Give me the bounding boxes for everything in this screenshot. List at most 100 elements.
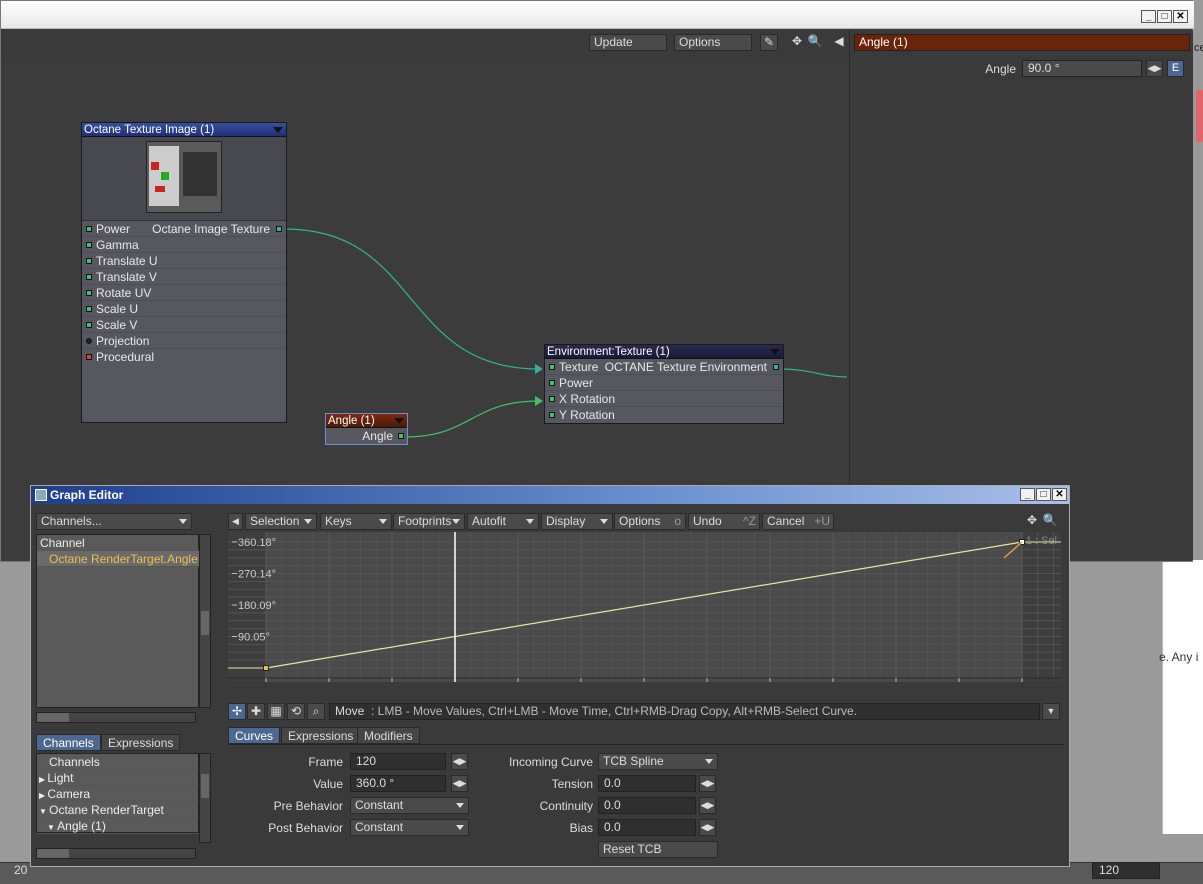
tree-item-rendertarget[interactable]: ▼ Octane RenderTarget bbox=[37, 802, 199, 818]
undo-button[interactable]: Undo ^Z bbox=[688, 513, 760, 530]
node-header[interactable]: Angle (1) bbox=[326, 414, 407, 428]
frame-field-bg[interactable]: 120 bbox=[1092, 862, 1160, 879]
port-projection[interactable] bbox=[86, 338, 92, 344]
angle-node[interactable]: Angle (1) Angle bbox=[325, 413, 408, 445]
output-port[interactable] bbox=[398, 433, 404, 439]
node-port-row[interactable]: Gamma bbox=[82, 237, 286, 253]
tab-expressions[interactable]: Expressions bbox=[281, 727, 361, 744]
port-gamma[interactable] bbox=[86, 242, 92, 248]
environment-texture-node[interactable]: Environment:Texture (1) Texture OCTANE Te… bbox=[544, 344, 784, 424]
options-menu[interactable]: Options o bbox=[614, 513, 686, 530]
node-port-row[interactable]: Power Octane Image Texture bbox=[82, 221, 286, 237]
frame-spinner[interactable]: ◀▶ bbox=[451, 753, 468, 770]
value-input[interactable]: 360.0 ° bbox=[350, 775, 446, 792]
collapse-icon[interactable]: ▼ bbox=[47, 823, 57, 832]
autofit-menu[interactable]: Autofit bbox=[467, 513, 539, 530]
port-scale-u[interactable] bbox=[86, 306, 92, 312]
close-icon[interactable]: ✕ bbox=[1173, 10, 1188, 23]
node-port-row[interactable]: Scale V bbox=[82, 317, 286, 333]
port-power[interactable] bbox=[549, 380, 555, 386]
collapse-panel-icon[interactable]: ◀ bbox=[830, 34, 848, 51]
update-button[interactable]: Update bbox=[589, 34, 667, 51]
node-menu-icon[interactable] bbox=[394, 418, 404, 424]
tree-item-light[interactable]: ▶ Light bbox=[37, 770, 199, 786]
port-x-rotation[interactable] bbox=[549, 396, 555, 402]
footprints-menu[interactable]: Footprints bbox=[393, 513, 465, 530]
node-port-row[interactable]: Translate V bbox=[82, 269, 286, 285]
channel-list-scrollbar[interactable] bbox=[199, 534, 211, 708]
post-behavior-select[interactable]: Constant bbox=[350, 819, 469, 836]
envelope-button[interactable]: E bbox=[1167, 60, 1184, 77]
node-port-row[interactable]: Power bbox=[545, 375, 783, 391]
angle-spinner[interactable]: ◀▶ bbox=[1146, 60, 1163, 77]
maximize-icon[interactable]: □ bbox=[1157, 10, 1172, 23]
port-rotate-uv[interactable] bbox=[86, 290, 92, 296]
collapse-left-icon[interactable]: ◀ bbox=[228, 513, 243, 530]
node-port-row[interactable]: X Rotation bbox=[545, 391, 783, 407]
cancel-button[interactable]: Cancel +U bbox=[762, 513, 834, 530]
graph-area[interactable]: 360.18°270.14°180.09°90.05°0102030405060… bbox=[228, 532, 1061, 682]
port-translate-u[interactable] bbox=[86, 258, 92, 264]
zoom-icon[interactable]: 🔍 bbox=[806, 34, 824, 51]
output-port[interactable] bbox=[773, 364, 779, 370]
box-select-tool-icon[interactable]: ▦ bbox=[267, 703, 285, 720]
collapse-icon[interactable]: ▼ bbox=[39, 807, 49, 816]
add-key-tool-icon[interactable]: ✚ bbox=[247, 703, 265, 720]
channel-tree-scrollbar[interactable] bbox=[199, 753, 211, 843]
tab-curves[interactable]: Curves bbox=[228, 727, 281, 744]
node-header[interactable]: Environment:Texture (1) bbox=[545, 345, 783, 359]
zoom-icon[interactable]: 🔍 bbox=[1041, 513, 1059, 530]
tension-spinner[interactable]: ◀▶ bbox=[699, 775, 716, 792]
minimize-icon[interactable]: _ bbox=[1020, 488, 1035, 501]
frame-input[interactable]: 120 bbox=[350, 753, 446, 770]
value-spinner[interactable]: ◀▶ bbox=[451, 775, 468, 792]
node-port-row[interactable]: Projection bbox=[82, 333, 286, 349]
edit-pen-icon[interactable]: ✎ bbox=[760, 34, 778, 51]
minimize-icon[interactable]: _ bbox=[1141, 10, 1156, 23]
move-icon[interactable]: ✥ bbox=[788, 34, 806, 51]
port-y-rotation[interactable] bbox=[549, 412, 555, 418]
tension-input[interactable]: 0.0 bbox=[598, 775, 696, 792]
tab-expressions-left[interactable]: Expressions bbox=[101, 734, 181, 751]
pre-behavior-select[interactable]: Constant bbox=[350, 797, 469, 814]
port-power[interactable] bbox=[86, 226, 92, 232]
angle-input[interactable]: 90.0 ° bbox=[1022, 60, 1142, 77]
zoom-tool-icon[interactable]: ⌕ bbox=[307, 703, 325, 720]
reset-tcb-button[interactable]: Reset TCB bbox=[598, 841, 718, 858]
node-port-row[interactable]: Rotate UV bbox=[82, 285, 286, 301]
output-port[interactable] bbox=[276, 226, 282, 232]
node-port-row[interactable]: Y Rotation bbox=[545, 407, 783, 423]
selection-menu[interactable]: Selection bbox=[245, 513, 317, 530]
continuity-input[interactable]: 0.0 bbox=[598, 797, 696, 814]
pan-icon[interactable]: ✥ bbox=[1023, 513, 1041, 530]
node-port-row[interactable]: Texture OCTANE Texture Environment bbox=[545, 359, 783, 375]
node-port-row[interactable]: Scale U bbox=[82, 301, 286, 317]
octane-texture-image-node[interactable]: Octane Texture Image (1) Power Octane Ima… bbox=[81, 122, 287, 423]
tree-item-camera[interactable]: ▶ Camera bbox=[37, 786, 199, 802]
port-procedural[interactable] bbox=[86, 354, 92, 360]
channels-dropdown[interactable]: Channels... bbox=[36, 513, 192, 530]
maximize-icon[interactable]: □ bbox=[1036, 488, 1051, 501]
continuity-spinner[interactable]: ◀▶ bbox=[699, 797, 716, 814]
close-icon[interactable]: ✕ bbox=[1052, 488, 1067, 501]
node-header[interactable]: Octane Texture Image (1) bbox=[82, 123, 286, 137]
move-keys-tool-icon[interactable]: ✢ bbox=[228, 703, 246, 720]
bias-input[interactable]: 0.0 bbox=[598, 819, 696, 836]
bias-spinner[interactable]: ◀▶ bbox=[699, 819, 716, 836]
keys-menu[interactable]: Keys bbox=[320, 513, 392, 530]
display-menu[interactable]: Display bbox=[541, 513, 613, 530]
node-menu-icon[interactable] bbox=[273, 127, 283, 133]
port-texture[interactable] bbox=[549, 364, 555, 370]
incoming-curve-select[interactable]: TCB Spline bbox=[598, 753, 718, 770]
port-scale-v[interactable] bbox=[86, 322, 92, 328]
node-port-row[interactable]: Angle bbox=[326, 428, 407, 444]
channel-tree-hscroll[interactable] bbox=[36, 848, 196, 859]
node-menu-icon[interactable] bbox=[770, 349, 780, 355]
node-port-row[interactable]: Translate U bbox=[82, 253, 286, 269]
channel-list-hscroll[interactable] bbox=[36, 712, 196, 723]
status-menu-icon[interactable]: ▼ bbox=[1042, 703, 1060, 720]
tree-item-angle[interactable]: ▼ Angle (1) bbox=[37, 818, 199, 834]
node-port-row[interactable]: Procedural bbox=[82, 349, 286, 365]
options-button[interactable]: Options bbox=[674, 34, 752, 51]
tab-modifiers[interactable]: Modifiers bbox=[357, 727, 420, 744]
